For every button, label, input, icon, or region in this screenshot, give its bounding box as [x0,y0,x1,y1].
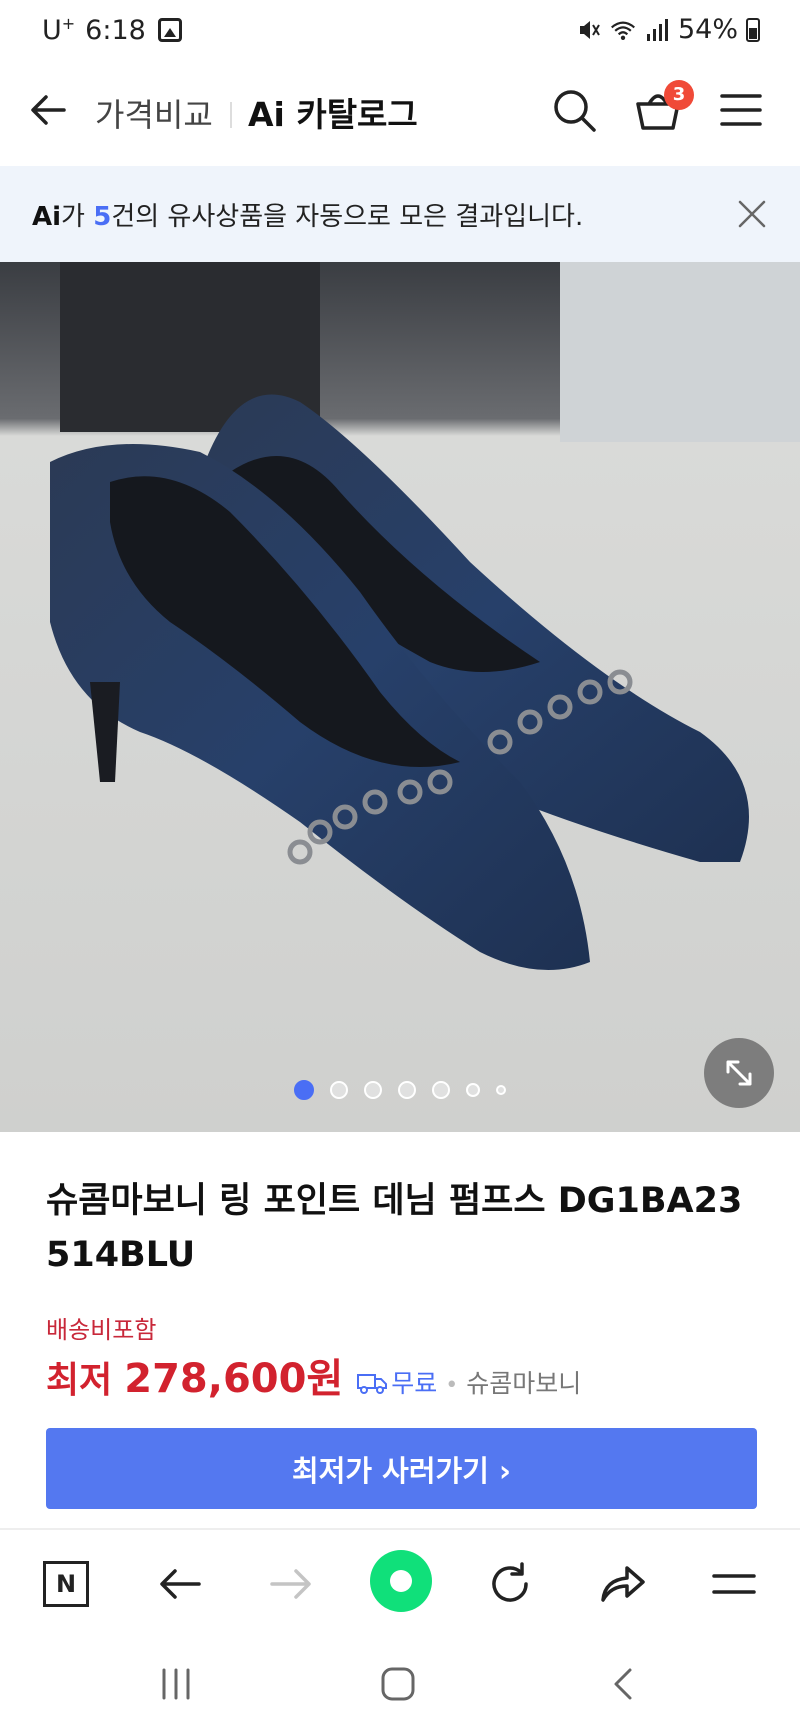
expand-image-button[interactable] [704,1038,774,1108]
carousel-dot-active[interactable] [294,1080,314,1100]
shipping-fee: 무료 [391,1369,438,1398]
carrier-label: U+ [42,14,76,46]
naver-green-dot-button[interactable] [370,1550,432,1612]
refresh-icon[interactable] [484,1558,536,1610]
ai-logo: Ai [32,202,62,232]
share-icon[interactable] [596,1558,648,1610]
product-image-carousel[interactable] [0,262,800,1132]
recent-apps-icon[interactable] [156,1666,196,1702]
browser-back-icon[interactable] [154,1558,206,1610]
search-icon[interactable] [550,86,600,136]
status-bar: U+ 6:18 54% [0,0,800,62]
page-title: Ai 카탈로그 [248,95,418,134]
carousel-dot[interactable] [364,1081,382,1099]
system-navigation-bar [0,1636,800,1733]
ai-result-count: 5 [93,202,112,232]
status-right: 54% [576,14,760,45]
naver-home-button[interactable]: N [40,1558,92,1610]
ai-text-before: 가 [61,202,94,232]
separator-dot: • [445,1373,459,1398]
system-back-icon[interactable] [606,1666,642,1702]
clock: 6:18 [85,14,146,46]
carousel-dot[interactable] [398,1081,416,1099]
browser-menu-icon[interactable] [708,1558,760,1610]
carousel-dot[interactable] [496,1085,506,1095]
back-arrow-icon[interactable] [26,86,74,134]
shipping-included-note: 배송비포함 [46,1316,157,1344]
carousel-indicator [0,1080,800,1100]
close-icon[interactable] [734,196,770,232]
product-title: 슈콤마보니 링 포인트 데님 펌프스 DG1BA23 514BLU [46,1181,743,1275]
battery-icon [746,17,760,42]
carousel-dot[interactable] [330,1081,348,1099]
price-compare-link[interactable]: 가격비교 [95,90,213,136]
ai-text-after: 건의 유사상품을 자동으로 모은 결과입니다. [111,202,584,232]
mute-icon [576,17,602,43]
expand-icon [726,1060,752,1086]
lowest-price-label: 최저 [46,1360,113,1401]
carousel-dot[interactable] [466,1083,480,1097]
app-header: 가격비교 Ai 카탈로그 3 [0,62,800,166]
price-row: 최저 278,600원 무료 • 슈콤마보니 [46,1346,581,1404]
delivery-truck-icon [357,1372,388,1394]
header-divider [230,102,232,128]
wifi-icon [610,17,636,43]
buy-lowest-price-button[interactable]: 최저가 사러가기 › [46,1428,757,1509]
image-notification-icon [157,18,182,42]
battery-percent: 54% [677,14,738,45]
product-photo [0,262,800,1132]
naver-n-icon: N [43,1561,89,1607]
carousel-dot[interactable] [432,1081,450,1099]
ai-notice-text: Ai가 5건의 유사상품을 자동으로 모은 결과입니다. [32,196,583,233]
browser-toolbar: N [0,1530,800,1636]
signal-icon [644,17,670,43]
browser-forward-icon[interactable] [265,1558,317,1610]
cart-count-badge: 3 [664,80,694,110]
seller-name[interactable]: 슈콤마보니 [466,1364,581,1400]
home-icon[interactable] [378,1664,418,1704]
ai-notice-banner: Ai가 5건의 유사상품을 자동으로 모은 결과입니다. [0,166,800,262]
lowest-price-value: 278,600원 [124,1356,344,1402]
menu-icon[interactable] [718,90,764,130]
status-left: U+ 6:18 [42,14,182,46]
